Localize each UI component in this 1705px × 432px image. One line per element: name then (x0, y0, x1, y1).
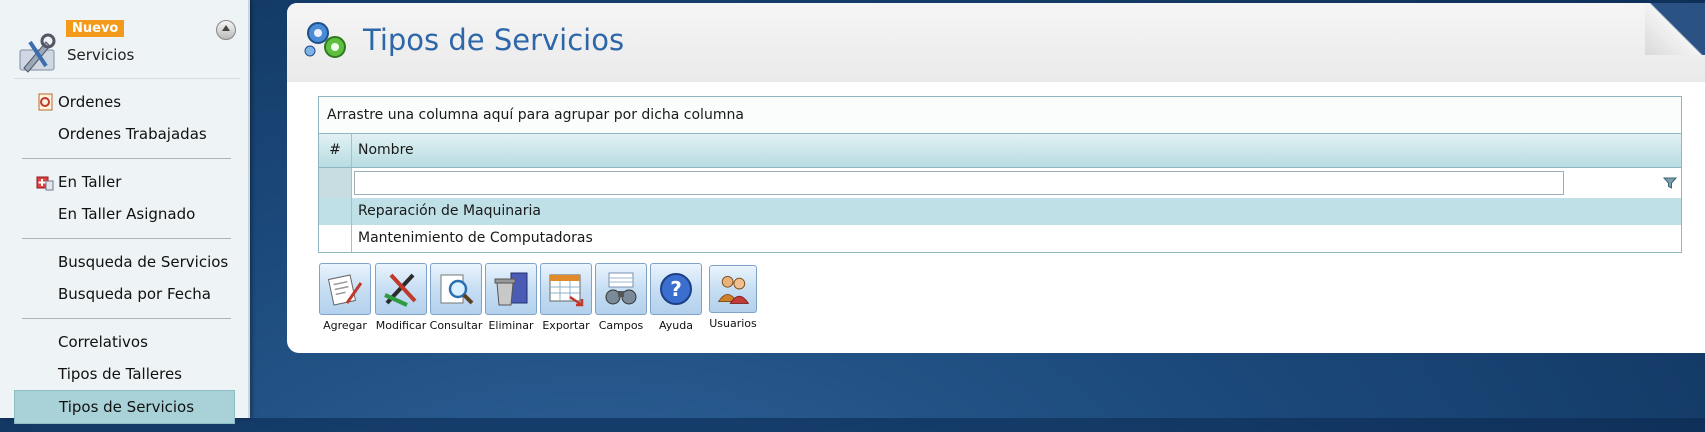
sidebar-item-label: Tipos de Servicios (59, 398, 195, 416)
usuarios-button[interactable]: Usuarios (706, 265, 760, 330)
page-header: Tipos de Servicios (287, 3, 1705, 82)
grid-filter-row (319, 168, 1681, 198)
nombre-filter-input[interactable] (354, 171, 1564, 195)
toolbar-label: Modificar (375, 319, 427, 332)
services-grid: Arrastre una columna aquí para agrupar p… (318, 96, 1682, 253)
sidebar-group-taller: En Taller En Taller Asignado (22, 159, 231, 239)
sidebar-item-label: Tipos de Talleres (58, 365, 182, 383)
ayuda-button[interactable]: ? Ayuda (649, 263, 703, 332)
sidebar-item-tipos-servicios[interactable]: Tipos de Servicios (14, 390, 235, 424)
sidebar-item-ordenes[interactable]: Ordenes (22, 86, 231, 118)
toolbar-label: Agregar (323, 319, 367, 332)
filter-row-spacer (319, 168, 352, 198)
sidebar-item-correlativos[interactable]: Correlativos (22, 326, 231, 358)
workshop-icon (36, 176, 54, 191)
column-header-number[interactable]: # (319, 134, 352, 167)
orders-icon (38, 93, 53, 111)
table-row[interactable]: Mantenimiento de Computadoras (319, 225, 1681, 252)
campos-button[interactable]: Campos (594, 263, 648, 332)
row-number-cell (319, 198, 352, 225)
svg-text:?: ? (670, 277, 682, 301)
tools-icon (19, 33, 56, 73)
sidebar-header: Nuevo Servicios (14, 0, 240, 79)
sidebar-item-tipos-talleres[interactable]: Tipos de Talleres (22, 358, 231, 390)
main-panel: Tipos de Servicios Arrastre una columna … (287, 3, 1705, 353)
grid-header-row: # Nombre (319, 134, 1681, 168)
sidebar-group-ordenes: Ordenes Ordenes Trabajadas (22, 79, 231, 159)
sidebar-item-label: Busqueda de Servicios (58, 253, 229, 271)
sidebar-group-config: Correlativos Tipos de Talleres Tipos de … (14, 319, 235, 432)
eliminar-button[interactable]: Eliminar (484, 263, 538, 332)
edit-pencils-icon (384, 273, 417, 307)
group-by-panel[interactable]: Arrastre una columna aquí para agrupar p… (319, 97, 1681, 134)
sidebar-item-label: Correlativos (58, 333, 148, 351)
page-title: Tipos de Servicios (363, 23, 625, 57)
sidebar-item-label: En Taller Asignado (58, 205, 196, 223)
sidebar-item-busqueda-fecha[interactable]: Busqueda por Fecha (22, 278, 231, 310)
row-number-cell (319, 225, 352, 252)
binoculars-icon (605, 272, 637, 305)
row-nombre-cell: Mantenimiento de Computadoras (358, 230, 593, 246)
agregar-button[interactable]: Agregar (318, 263, 372, 332)
sidebar-group-busqueda: Busqueda de Servicios Busqueda por Fecha (22, 239, 231, 319)
sidebar-item-label: Ordenes Trabajadas (58, 125, 207, 143)
toolbar-label: Exportar (542, 319, 590, 332)
trash-can-icon (494, 272, 528, 306)
table-row[interactable]: Reparación de Maquinaria (319, 198, 1681, 225)
toolbar-label: Usuarios (709, 317, 757, 330)
toolbar-label: Eliminar (488, 319, 534, 332)
consultar-button[interactable]: Consultar (429, 263, 483, 332)
exportar-button[interactable]: Exportar (539, 263, 593, 332)
sidebar-item-en-taller[interactable]: En Taller (22, 166, 231, 198)
gears-icon (304, 22, 346, 58)
column-header-nombre[interactable]: Nombre (358, 134, 414, 167)
modificar-button[interactable]: Modificar (374, 263, 428, 332)
collapse-button[interactable] (216, 20, 236, 40)
sidebar-item-ordenes-trabajadas[interactable]: Ordenes Trabajadas (22, 118, 231, 150)
sidebar-item-label: Busqueda por Fecha (58, 285, 211, 303)
export-spreadsheet-icon (549, 274, 584, 307)
sidebar: Nuevo Servicios Ordenes Ordenes Trabajad… (0, 0, 250, 424)
sidebar-item-en-taller-asignado[interactable]: En Taller Asignado (22, 198, 231, 230)
search-magnifier-icon (440, 274, 474, 305)
toolbar-label: Campos (598, 319, 644, 332)
toolbar-label: Consultar (429, 319, 483, 332)
row-nombre-cell: Reparación de Maquinaria (358, 203, 541, 219)
sidebar-item-busqueda-servicios[interactable]: Busqueda de Servicios (22, 246, 231, 278)
new-badge: Nuevo (66, 20, 125, 37)
filter-icon[interactable] (1663, 176, 1677, 190)
add-document-icon (327, 274, 363, 306)
page-curl-decoration (1645, 3, 1705, 55)
toolbar-label: Ayuda (659, 319, 693, 332)
help-icon: ? (660, 273, 692, 305)
sidebar-item-label: Ordenes (58, 93, 122, 111)
sidebar-item-label: En Taller (58, 173, 122, 191)
sidebar-title: Servicios (67, 46, 135, 64)
users-icon (717, 275, 750, 304)
